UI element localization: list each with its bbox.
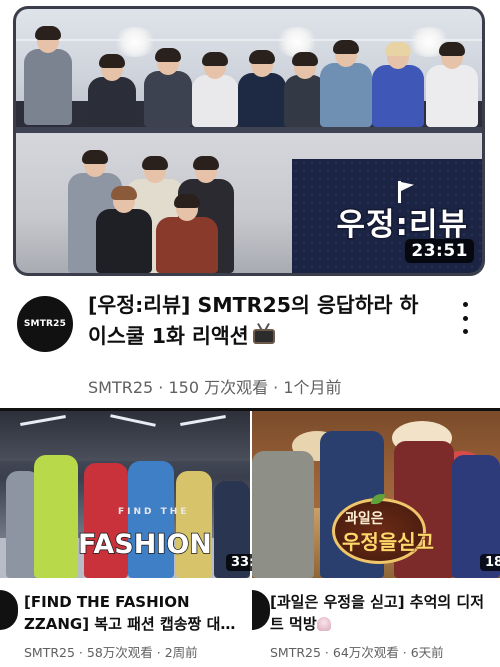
thumbnail-scene-top — [16, 9, 482, 135]
thumbnail-caption-big: FASHION — [77, 528, 212, 561]
channel-avatar-text: SMTR25 — [23, 319, 67, 329]
video-duration-badge: 23:51 — [405, 239, 474, 263]
video-title[interactable]: [우정:리뷰] SMTR25의 응답하라 하이스쿨 1화 리액션 — [88, 290, 433, 352]
channel-avatar[interactable]: SMTR25 — [17, 296, 73, 352]
main-video-thumbnail[interactable]: 우정:리뷰 23:51 — [16, 9, 482, 273]
shelf-video-title[interactable]: [FIND THE FASHION ZZANG] 복고 패션 캡송짱 대… — [24, 591, 242, 635]
thumbnail-caption-line1: 과일은 — [345, 511, 384, 527]
video-duration-badge: 18: — [480, 554, 500, 571]
thumbnail-caption-line2: 우정을싣고 — [342, 530, 435, 555]
shelf-video-title[interactable]: [과일은 우정을 싣고] 추억의 디저트 먹방 — [270, 591, 496, 635]
shelf-video-meta: SMTR25 · 64万次观看 · 6天前 — [270, 645, 444, 660]
thumbnail-logo: 우정:리뷰 — [335, 206, 468, 245]
shaved-ice-emoji-icon — [316, 617, 331, 631]
thumbnail-caption-small: FIND THE — [118, 507, 190, 517]
video-meta: SMTR25 · 150 万次观看 · 1个月前 — [88, 378, 342, 397]
channel-avatar[interactable] — [0, 590, 18, 630]
shelf-video-title-text: [과일은 우정을 싣고] 추억의 디저트 먹방 — [270, 593, 485, 633]
television-emoji-icon — [251, 323, 277, 346]
channel-avatar[interactable] — [252, 590, 270, 630]
more-vert-icon[interactable] — [458, 302, 472, 334]
shelf-video-meta: SMTR25 · 58万次观看 · 2周前 — [24, 645, 198, 660]
